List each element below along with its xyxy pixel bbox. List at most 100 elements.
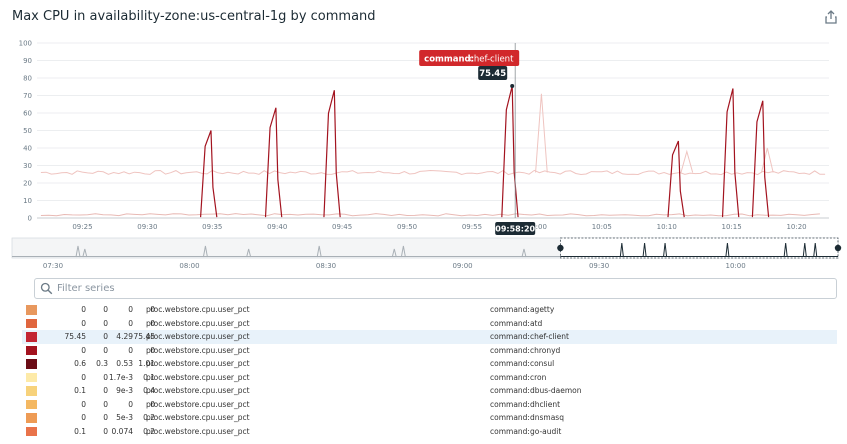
series-color-swatch[interactable] <box>26 386 37 396</box>
legend-tag: command:consul <box>490 359 555 368</box>
x-tick-label: 09:50 <box>397 223 417 231</box>
legend-value: 9e-3 <box>116 386 133 395</box>
legend-value: 0 <box>81 399 86 409</box>
y-tick-label: 100 <box>19 40 32 48</box>
series-line-baseline <box>40 213 820 217</box>
filter-series-input[interactable] <box>57 281 827 296</box>
overview-timeline[interactable]: 07:30 08:00 08:30 09:00 09:30 10:00 <box>0 233 847 273</box>
legend-value: 0 <box>103 318 108 328</box>
series-color-swatch[interactable] <box>26 318 37 328</box>
y-tick-label: 30 <box>23 162 32 170</box>
series-spike <box>323 90 341 218</box>
legend-metric: proc.webstore.cpu.user_pct <box>146 386 250 395</box>
legend-row[interactable]: 75.45 0 4.29 75.45 proc.webstore.cpu.user_pc… <box>22 330 837 344</box>
series-spike <box>751 100 770 218</box>
legend-value: 0 <box>103 372 108 382</box>
overview-tick-label: 09:00 <box>452 262 472 270</box>
legend-value: 0.6 <box>74 359 86 368</box>
legend-row[interactable]: 0 0 0 0 proc.webstore.cpu.user_pct command:dh… <box>22 398 837 412</box>
legend-tag: command:chef-client <box>490 332 569 341</box>
x-tick-label: 09:35 <box>202 223 222 231</box>
legend-value: 5e-3 <box>116 413 133 422</box>
legend-value: 0 <box>103 305 108 314</box>
legend-row[interactable]: 0.1 0 9e-3 0.4 proc.webstore.cpu.user_pct com… <box>22 384 837 398</box>
legend-value: 0.1 <box>74 426 86 436</box>
legend-metric: proc.webstore.cpu.user_pct <box>146 426 250 436</box>
legend-value: 0 <box>103 413 108 422</box>
x-tick-label: 10:10 <box>657 223 677 231</box>
legend-metric: proc.webstore.cpu.user_pct <box>146 372 250 382</box>
series-color-swatch[interactable] <box>26 345 37 355</box>
legend-value: 0 <box>103 386 108 395</box>
x-tick-label: 09:25 <box>72 223 92 231</box>
series-legend-table: 0 0 0 0 proc.webstore.cpu.user_pct command:ag… <box>22 303 837 438</box>
series-ghost-spike <box>760 147 774 173</box>
legend-value: 0 <box>128 305 133 314</box>
y-tick-label: 0 <box>28 215 32 223</box>
filter-series-box[interactable] <box>34 278 837 299</box>
legend-value: 75.45 <box>64 332 86 341</box>
timeseries-chart[interactable]: 0 10 20 30 40 50 60 70 80 90 100 09:25 09:30 09:35 09:… <box>0 30 847 240</box>
overview-tick-label: 07:30 <box>43 262 63 270</box>
legend-row[interactable]: 0 0 0 0 proc.webstore.cpu.user_pct command:at… <box>22 317 837 331</box>
series-line-background <box>40 169 826 176</box>
legend-tag: command:chronyd <box>490 345 561 355</box>
series-ghost-spike <box>535 93 548 173</box>
series-color-swatch[interactable] <box>26 372 37 382</box>
legend-value: 0 <box>103 399 108 409</box>
tooltip-series-value: chef-client <box>469 55 514 65</box>
series-color-swatch[interactable] <box>26 399 37 409</box>
legend-row[interactable]: 0.1 0 0.074 0.2 proc.webstore.cpu.user_pct co… <box>22 425 837 439</box>
legend-tag: command:agetty <box>490 305 555 314</box>
legend-row[interactable]: 0.6 0.3 0.53 1.01 proc.webstore.cpu.user_pct… <box>22 357 837 371</box>
legend-row[interactable]: 0 0 0 0 proc.webstore.cpu.user_pct command:ch… <box>22 344 837 358</box>
x-tick-label: 10:20 <box>786 223 806 231</box>
legend-metric: proc.webstore.cpu.user_pct <box>146 332 250 341</box>
y-tick-label: 20 <box>23 180 32 188</box>
legend-value: 0 <box>128 318 133 328</box>
legend-row[interactable]: 0 0 1.7e-3 0.1 proc.webstore.cpu.user_pct com… <box>22 371 837 385</box>
series-color-swatch[interactable] <box>26 305 37 315</box>
legend-row[interactable]: 0 0 0 0 proc.webstore.cpu.user_pct command:ag… <box>22 303 837 317</box>
legend-value: 0 <box>81 345 86 355</box>
y-tick-label: 10 <box>23 197 32 205</box>
series-color-swatch[interactable] <box>26 359 37 369</box>
chart-title: Max CPU in availability-zone:us-central-… <box>12 9 376 24</box>
series-color-swatch[interactable] <box>26 413 37 423</box>
legend-metric: proc.webstore.cpu.user_pct <box>146 359 250 368</box>
legend-tag: command:cron <box>490 372 547 382</box>
overview-tick-label: 10:00 <box>726 262 746 270</box>
y-tick-label: 80 <box>23 75 32 83</box>
legend-value: 0 <box>103 332 108 341</box>
overview-selection-window <box>559 237 839 259</box>
x-tick-label: 09:40 <box>267 223 287 231</box>
legend-tag: command:go-audit <box>490 426 562 436</box>
series-color-swatch[interactable] <box>26 426 37 436</box>
legend-value: 1.7e-3 <box>108 372 133 382</box>
y-tick-label: 60 <box>23 110 32 118</box>
legend-value: 0.53 <box>116 359 133 368</box>
x-tick-label: 09:45 <box>332 223 352 231</box>
legend-value: 0 <box>81 413 86 422</box>
y-tick-label: 40 <box>23 145 32 153</box>
series-spike <box>721 88 740 218</box>
share-export-icon[interactable] <box>824 10 838 24</box>
overview-tick-label: 08:30 <box>316 262 336 270</box>
legend-row[interactable]: 0 0 5e-3 0.2 proc.webstore.cpu.user_pct comma… <box>22 411 837 425</box>
legend-value: 0 <box>103 345 108 355</box>
legend-metric: proc.webstore.cpu.user_pct <box>146 413 250 422</box>
series-ghost-spike <box>680 149 694 173</box>
legend-metric: proc.webstore.cpu.user_pct <box>146 318 250 328</box>
legend-value: 0 <box>81 305 86 314</box>
x-tick-label: 09:30 <box>137 223 157 231</box>
y-tick-label: 90 <box>23 57 32 65</box>
legend-value: 4.29 <box>116 332 133 341</box>
x-tick-label: 09:55 <box>462 223 482 231</box>
overview-handle-left <box>557 244 564 252</box>
overview-tick-label: 09:30 <box>589 262 609 270</box>
legend-value: 0 <box>128 345 133 355</box>
series-color-swatch[interactable] <box>26 332 37 342</box>
legend-value: 0 <box>128 399 133 409</box>
legend-value: 0.074 <box>111 426 133 436</box>
series-spike <box>501 85 519 218</box>
